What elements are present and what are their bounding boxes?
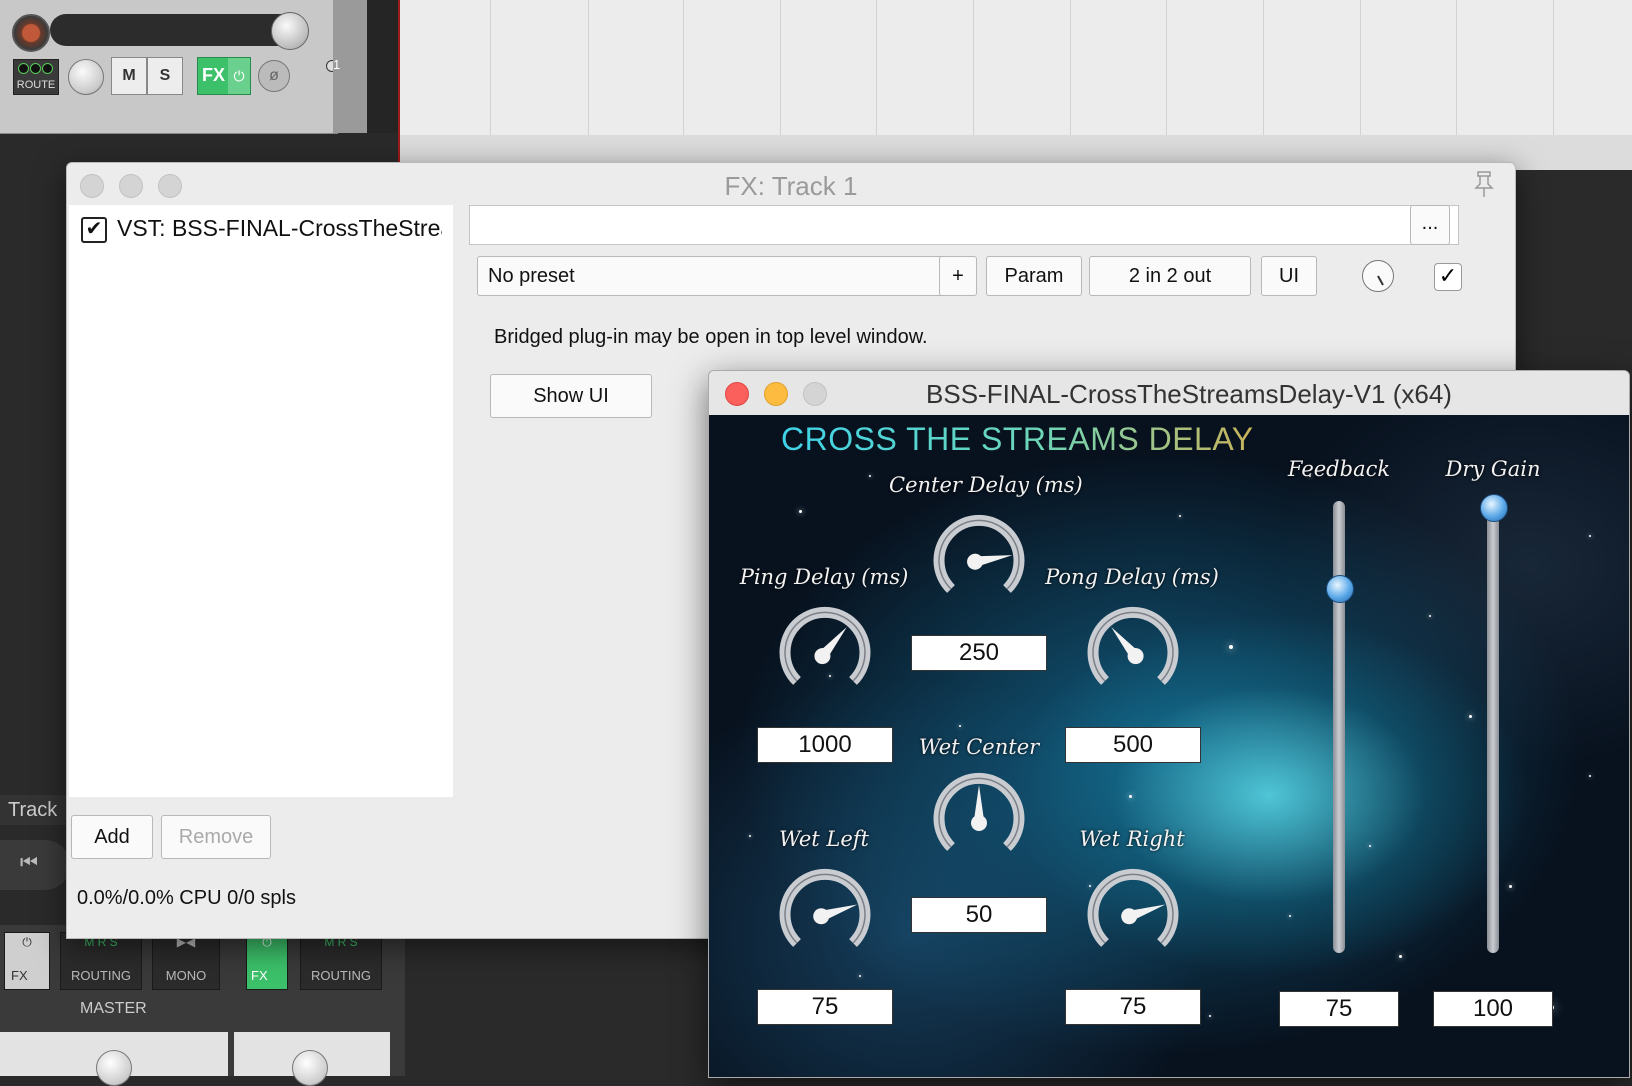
- transport-bar: ⏮: [0, 840, 70, 890]
- param-button[interactable]: Param: [986, 256, 1082, 296]
- add-fx-button[interactable]: Add: [71, 815, 153, 859]
- route-button[interactable]: ROUTE: [13, 59, 59, 95]
- fx-list-item[interactable]: VST: BSS-FINAL-CrossTheStreamsDelay-V1 (…: [117, 215, 442, 242]
- star: [1399, 955, 1402, 958]
- pin-icon[interactable]: [1469, 169, 1499, 199]
- fx-enabled-checkbox[interactable]: ✔: [81, 217, 107, 243]
- wet-center-label: Wet Center: [918, 735, 1040, 759]
- track-mixer-routing-button[interactable]: M R S ROUTING: [300, 932, 382, 990]
- pong-delay-value[interactable]: 500: [1065, 727, 1201, 763]
- master-fx-button[interactable]: ⏻ FX: [4, 932, 50, 990]
- wet-center-knob[interactable]: [931, 771, 1027, 867]
- star: [1289, 915, 1291, 917]
- wet-right-label: Wet Right: [1079, 827, 1185, 851]
- pan-knob[interactable]: [68, 59, 104, 95]
- volume-knob[interactable]: [271, 12, 309, 50]
- star: [1209, 1015, 1211, 1017]
- track-name-field[interactable]: [50, 14, 308, 46]
- wet-left-label: Wet Left: [779, 827, 869, 851]
- record-arm-button[interactable]: [12, 14, 50, 52]
- mute-button[interactable]: M: [111, 57, 147, 95]
- center-delay-knob[interactable]: [931, 513, 1027, 609]
- bridged-message: Bridged plug-in may be open in top level…: [494, 326, 928, 348]
- master-pan-knob[interactable]: [96, 1050, 132, 1086]
- dry-gain-label: Dry Gain: [1445, 457, 1541, 481]
- wet-left-value[interactable]: 75: [757, 989, 893, 1025]
- cpu-status: 0.0%/0.0% CPU 0/0 spls: [77, 887, 296, 909]
- star: [1369, 845, 1371, 847]
- master-routing-button[interactable]: M R S ROUTING: [60, 932, 142, 990]
- ui-button[interactable]: UI: [1261, 256, 1317, 296]
- arrange-view[interactable]: [398, 0, 1632, 170]
- dry-gain-value[interactable]: 100: [1433, 991, 1553, 1027]
- plugin-window: BSS-FINAL-CrossTheStreamsDelay-V1 (x64) …: [708, 370, 1630, 1078]
- dry-gain-slider-thumb[interactable]: [1480, 494, 1508, 522]
- feedback-label: Feedback: [1287, 457, 1391, 481]
- wet-left-knob[interactable]: [777, 867, 873, 963]
- pong-delay-label: Pong Delay (ms): [1045, 565, 1219, 589]
- dry-gain-slider-track[interactable]: [1487, 501, 1499, 953]
- ping-delay-label: Ping Delay (ms): [739, 565, 909, 589]
- master-label: MASTER: [80, 1000, 147, 1017]
- more-options-button[interactable]: ...: [1410, 205, 1450, 245]
- wet-right-value[interactable]: 75: [1065, 989, 1201, 1025]
- power-icon: ⏻: [22, 935, 32, 949]
- star: [859, 975, 861, 977]
- fx-window-title: FX: Track 1: [724, 171, 858, 201]
- go-to-start-icon[interactable]: ⏮: [20, 852, 38, 875]
- star: [1179, 515, 1181, 517]
- ping-delay-knob[interactable]: [777, 605, 873, 701]
- fx-list[interactable]: ✔ VST: BSS-FINAL-CrossTheStreamsDelay-V1…: [69, 205, 453, 797]
- star: [799, 510, 802, 513]
- feedback-value[interactable]: 75: [1279, 991, 1399, 1027]
- track-divider: [367, 0, 398, 133]
- track-number: 1: [333, 57, 341, 72]
- track-pan-knob[interactable]: [292, 1050, 328, 1086]
- star: [1589, 535, 1591, 537]
- fx-window-titlebar[interactable]: FX: Track 1: [67, 163, 1515, 203]
- track-mixer-fx-button[interactable]: ⏻ FX: [246, 932, 288, 990]
- phase-icon[interactable]: ø: [258, 60, 290, 92]
- master-mono-button[interactable]: ▶◀ MONO: [152, 932, 220, 990]
- feedback-slider-track[interactable]: [1333, 501, 1345, 953]
- star: [1509, 885, 1512, 888]
- fx-power-icon[interactable]: ⏻: [228, 58, 250, 94]
- plugin-window-title: BSS-FINAL-CrossTheStreamsDelay-V1 (x64): [926, 379, 1452, 409]
- plugin-ui: CROSS THE STREAMS DELAY Center Delay (ms…: [709, 415, 1629, 1077]
- star: [1589, 775, 1591, 777]
- plugin-title: CROSS THE STREAMS DELAY: [781, 421, 1254, 457]
- remove-fx-button[interactable]: Remove: [161, 815, 271, 859]
- track-fx-button[interactable]: FX ⏻: [197, 57, 251, 95]
- solo-button[interactable]: S: [147, 57, 183, 95]
- star: [1129, 795, 1132, 798]
- center-delay-value[interactable]: 250: [911, 635, 1047, 671]
- star: [959, 725, 961, 727]
- wet-center-value[interactable]: 50: [911, 897, 1047, 933]
- star: [1469, 715, 1472, 718]
- star: [869, 475, 871, 477]
- track-control-panel: ROUTE M S FX ⏻ ø: [0, 0, 338, 134]
- wet-mix-knob[interactable]: [1362, 260, 1394, 292]
- io-routing-button[interactable]: 2 in 2 out: [1089, 256, 1251, 296]
- star: [1429, 615, 1431, 617]
- fx-bypass-checkbox[interactable]: ✓: [1434, 263, 1462, 291]
- track-section-label: Track: [0, 795, 74, 825]
- preset-select[interactable]: No preset ⌃⌄: [477, 256, 967, 296]
- edit-cursor: [398, 0, 400, 170]
- star: [1229, 645, 1233, 649]
- wet-right-knob[interactable]: [1085, 867, 1181, 963]
- plugin-window-titlebar[interactable]: BSS-FINAL-CrossTheStreamsDelay-V1 (x64): [709, 371, 1629, 415]
- feedback-slider-thumb[interactable]: [1326, 575, 1354, 604]
- track-number-strip: 1: [333, 0, 367, 133]
- save-preset-button[interactable]: +: [939, 256, 977, 296]
- pong-delay-knob[interactable]: [1085, 605, 1181, 701]
- ping-delay-value[interactable]: 1000: [757, 727, 893, 763]
- center-delay-label: Center Delay (ms): [889, 473, 1083, 497]
- show-ui-button[interactable]: Show UI: [490, 374, 652, 418]
- preset-name-field[interactable]: [469, 205, 1459, 245]
